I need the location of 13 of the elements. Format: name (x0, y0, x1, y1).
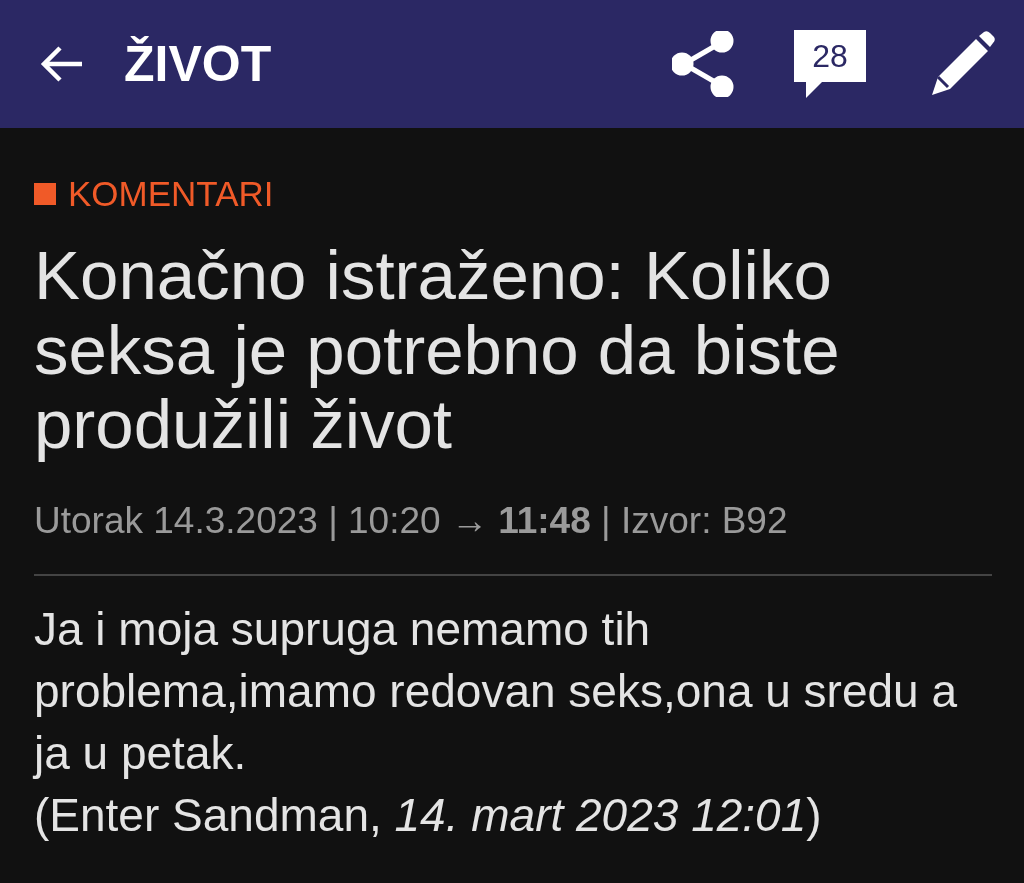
comment-signature: (Enter Sandman, 14. mart 2023 12:01) (34, 788, 823, 844)
article-meta: Utorak 14.3.2023 | 10:20 → 11:48 | Izvor: B92 (34, 498, 789, 543)
comments-button[interactable]: 28 (794, 30, 866, 98)
comment-text: Ja i moja supruga nemamo tih problema,imamo redovan seks,ona u sredu a ja u petak. (34, 602, 959, 782)
share-button[interactable] (672, 31, 734, 97)
share-icon (672, 31, 734, 97)
section-title: ŽIVOT (124, 34, 272, 94)
square-icon (34, 182, 56, 205)
speech-bubble-icon (794, 30, 866, 98)
category-label: KOMENTARI (68, 176, 274, 211)
back-arrow-icon (40, 46, 84, 82)
back-button[interactable] (40, 46, 84, 82)
article-title: Konačno istraženo: Koliko seksa je potrebno da biste produžili život (34, 239, 841, 463)
